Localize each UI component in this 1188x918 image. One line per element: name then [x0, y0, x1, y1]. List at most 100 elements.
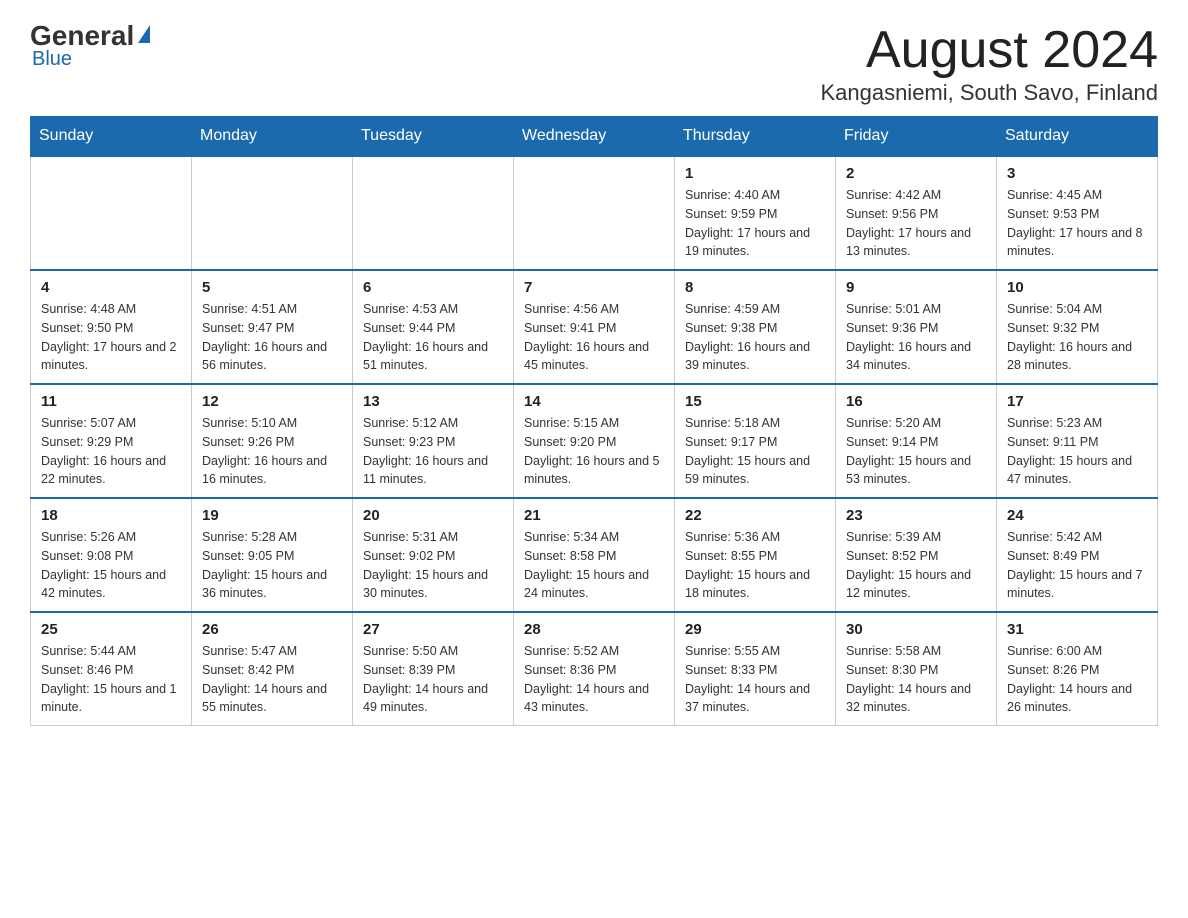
- day-info: Sunrise: 5:47 AMSunset: 8:42 PMDaylight:…: [202, 642, 342, 717]
- day-of-week-header: Wednesday: [514, 117, 675, 157]
- day-number: 29: [685, 621, 825, 638]
- calendar-week-row: 4Sunrise: 4:48 AMSunset: 9:50 PMDaylight…: [31, 270, 1158, 384]
- calendar-cell: [514, 156, 675, 270]
- logo-triangle-icon: [138, 25, 150, 43]
- calendar-cell: 21Sunrise: 5:34 AMSunset: 8:58 PMDayligh…: [514, 498, 675, 612]
- calendar-week-row: 11Sunrise: 5:07 AMSunset: 9:29 PMDayligh…: [31, 384, 1158, 498]
- calendar-cell: 9Sunrise: 5:01 AMSunset: 9:36 PMDaylight…: [836, 270, 997, 384]
- calendar-cell: 12 Sunrise: 5:10 AMSunset: 9:26 PMDayligh…: [192, 384, 353, 498]
- calendar-cell: 29 Sunrise: 5:55 AMSunset: 8:33 PMDayligh…: [675, 612, 836, 726]
- day-info: Sunrise: 4:56 AMSunset: 9:41 PMDaylight:…: [524, 300, 664, 375]
- day-info: Sunrise: 5:28 AMSunset: 9:05 PMDaylight:…: [202, 528, 342, 603]
- day-number: 19: [202, 507, 342, 524]
- day-info: Sunrise: 5:23 AMSunset: 9:11 PMDaylight:…: [1007, 414, 1147, 489]
- day-number: 3: [1007, 165, 1147, 182]
- day-info: Sunrise: 5:04 AMSunset: 9:32 PMDaylight:…: [1007, 300, 1147, 375]
- day-info: Sunrise: 4:42 AMSunset: 9:56 PMDaylight:…: [846, 186, 986, 261]
- calendar-cell: 3 Sunrise: 4:45 AMSunset: 9:53 PMDaylight…: [997, 156, 1158, 270]
- calendar-cell: 26 Sunrise: 5:47 AMSunset: 8:42 PMDayligh…: [192, 612, 353, 726]
- page-subtitle: Kangasniemi, South Savo, Finland: [820, 80, 1158, 106]
- day-of-week-header: Tuesday: [353, 117, 514, 157]
- day-number: 24: [1007, 507, 1147, 524]
- calendar-cell: 28 Sunrise: 5:52 AMSunset: 8:36 PMDayligh…: [514, 612, 675, 726]
- page-title: August 2024: [820, 20, 1158, 80]
- day-number: 12: [202, 393, 342, 410]
- calendar-cell: 31Sunrise: 6:00 AMSunset: 8:26 PMDayligh…: [997, 612, 1158, 726]
- day-of-week-header: Monday: [192, 117, 353, 157]
- day-number: 8: [685, 279, 825, 296]
- calendar-cell: 10 Sunrise: 5:04 AMSunset: 9:32 PMDayligh…: [997, 270, 1158, 384]
- day-info: Sunrise: 5:58 AMSunset: 8:30 PMDaylight:…: [846, 642, 986, 717]
- day-number: 15: [685, 393, 825, 410]
- calendar-cell: 18 Sunrise: 5:26 AMSunset: 9:08 PMDayligh…: [31, 498, 192, 612]
- day-info: Sunrise: 5:20 AMSunset: 9:14 PMDaylight:…: [846, 414, 986, 489]
- calendar-cell: 22 Sunrise: 5:36 AMSunset: 8:55 PMDayligh…: [675, 498, 836, 612]
- day-number: 25: [41, 621, 181, 638]
- calendar-body: 1Sunrise: 4:40 AMSunset: 9:59 PMDaylight…: [31, 156, 1158, 726]
- day-number: 17: [1007, 393, 1147, 410]
- day-info: Sunrise: 5:50 AMSunset: 8:39 PMDaylight:…: [363, 642, 503, 717]
- day-info: Sunrise: 5:42 AMSunset: 8:49 PMDaylight:…: [1007, 528, 1147, 603]
- day-number: 23: [846, 507, 986, 524]
- day-number: 16: [846, 393, 986, 410]
- day-info: Sunrise: 5:52 AMSunset: 8:36 PMDaylight:…: [524, 642, 664, 717]
- calendar-cell: 8 Sunrise: 4:59 AMSunset: 9:38 PMDaylight…: [675, 270, 836, 384]
- day-info: Sunrise: 5:55 AMSunset: 8:33 PMDaylight:…: [685, 642, 825, 717]
- day-info: Sunrise: 4:45 AMSunset: 9:53 PMDaylight:…: [1007, 186, 1147, 261]
- day-info: Sunrise: 5:44 AMSunset: 8:46 PMDaylight:…: [41, 642, 181, 717]
- page-header: General Blue August 2024 Kangasniemi, So…: [30, 20, 1158, 106]
- calendar-cell: [192, 156, 353, 270]
- calendar-cell: 5 Sunrise: 4:51 AMSunset: 9:47 PMDaylight…: [192, 270, 353, 384]
- day-number: 5: [202, 279, 342, 296]
- calendar-header: SundayMondayTuesdayWednesdayThursdayFrid…: [31, 117, 1158, 157]
- day-number: 28: [524, 621, 664, 638]
- day-number: 2: [846, 165, 986, 182]
- day-info: Sunrise: 4:48 AMSunset: 9:50 PMDaylight:…: [41, 300, 181, 375]
- calendar-week-row: 18 Sunrise: 5:26 AMSunset: 9:08 PMDayligh…: [31, 498, 1158, 612]
- calendar-cell: 20Sunrise: 5:31 AMSunset: 9:02 PMDayligh…: [353, 498, 514, 612]
- day-info: Sunrise: 5:36 AMSunset: 8:55 PMDaylight:…: [685, 528, 825, 603]
- header-row: SundayMondayTuesdayWednesdayThursdayFrid…: [31, 117, 1158, 157]
- calendar-week-row: 25 Sunrise: 5:44 AMSunset: 8:46 PMDayligh…: [31, 612, 1158, 726]
- day-number: 18: [41, 507, 181, 524]
- day-of-week-header: Friday: [836, 117, 997, 157]
- calendar-cell: 14 Sunrise: 5:15 AMSunset: 9:20 PMDayligh…: [514, 384, 675, 498]
- calendar-cell: 4Sunrise: 4:48 AMSunset: 9:50 PMDaylight…: [31, 270, 192, 384]
- day-number: 21: [524, 507, 664, 524]
- day-info: Sunrise: 5:01 AMSunset: 9:36 PMDaylight:…: [846, 300, 986, 375]
- day-of-week-header: Sunday: [31, 117, 192, 157]
- calendar-cell: 24 Sunrise: 5:42 AMSunset: 8:49 PMDayligh…: [997, 498, 1158, 612]
- calendar-cell: [353, 156, 514, 270]
- day-info: Sunrise: 5:07 AMSunset: 9:29 PMDaylight:…: [41, 414, 181, 489]
- day-number: 14: [524, 393, 664, 410]
- title-section: August 2024 Kangasniemi, South Savo, Fin…: [820, 20, 1158, 106]
- day-info: Sunrise: 5:31 AMSunset: 9:02 PMDaylight:…: [363, 528, 503, 603]
- logo: General Blue: [30, 20, 150, 71]
- day-info: Sunrise: 4:59 AMSunset: 9:38 PMDaylight:…: [685, 300, 825, 375]
- day-number: 22: [685, 507, 825, 524]
- calendar-cell: 17 Sunrise: 5:23 AMSunset: 9:11 PMDayligh…: [997, 384, 1158, 498]
- day-info: Sunrise: 5:18 AMSunset: 9:17 PMDaylight:…: [685, 414, 825, 489]
- day-number: 27: [363, 621, 503, 638]
- day-number: 26: [202, 621, 342, 638]
- day-info: Sunrise: 4:53 AMSunset: 9:44 PMDaylight:…: [363, 300, 503, 375]
- day-number: 6: [363, 279, 503, 296]
- calendar-week-row: 1Sunrise: 4:40 AMSunset: 9:59 PMDaylight…: [31, 156, 1158, 270]
- day-of-week-header: Saturday: [997, 117, 1158, 157]
- calendar-cell: 1Sunrise: 4:40 AMSunset: 9:59 PMDaylight…: [675, 156, 836, 270]
- day-info: Sunrise: 5:12 AMSunset: 9:23 PMDaylight:…: [363, 414, 503, 489]
- day-number: 1: [685, 165, 825, 182]
- calendar-cell: 27 Sunrise: 5:50 AMSunset: 8:39 PMDayligh…: [353, 612, 514, 726]
- day-info: Sunrise: 5:15 AMSunset: 9:20 PMDaylight:…: [524, 414, 664, 489]
- day-number: 31: [1007, 621, 1147, 638]
- day-info: Sunrise: 5:26 AMSunset: 9:08 PMDaylight:…: [41, 528, 181, 603]
- calendar-cell: 15 Sunrise: 5:18 AMSunset: 9:17 PMDayligh…: [675, 384, 836, 498]
- calendar-cell: 30 Sunrise: 5:58 AMSunset: 8:30 PMDayligh…: [836, 612, 997, 726]
- day-info: Sunrise: 5:10 AMSunset: 9:26 PMDaylight:…: [202, 414, 342, 489]
- calendar-table: SundayMondayTuesdayWednesdayThursdayFrid…: [30, 116, 1158, 726]
- logo-blue: Blue: [32, 48, 72, 71]
- day-info: Sunrise: 5:39 AMSunset: 8:52 PMDaylight:…: [846, 528, 986, 603]
- day-number: 10: [1007, 279, 1147, 296]
- day-info: Sunrise: 4:51 AMSunset: 9:47 PMDaylight:…: [202, 300, 342, 375]
- day-number: 30: [846, 621, 986, 638]
